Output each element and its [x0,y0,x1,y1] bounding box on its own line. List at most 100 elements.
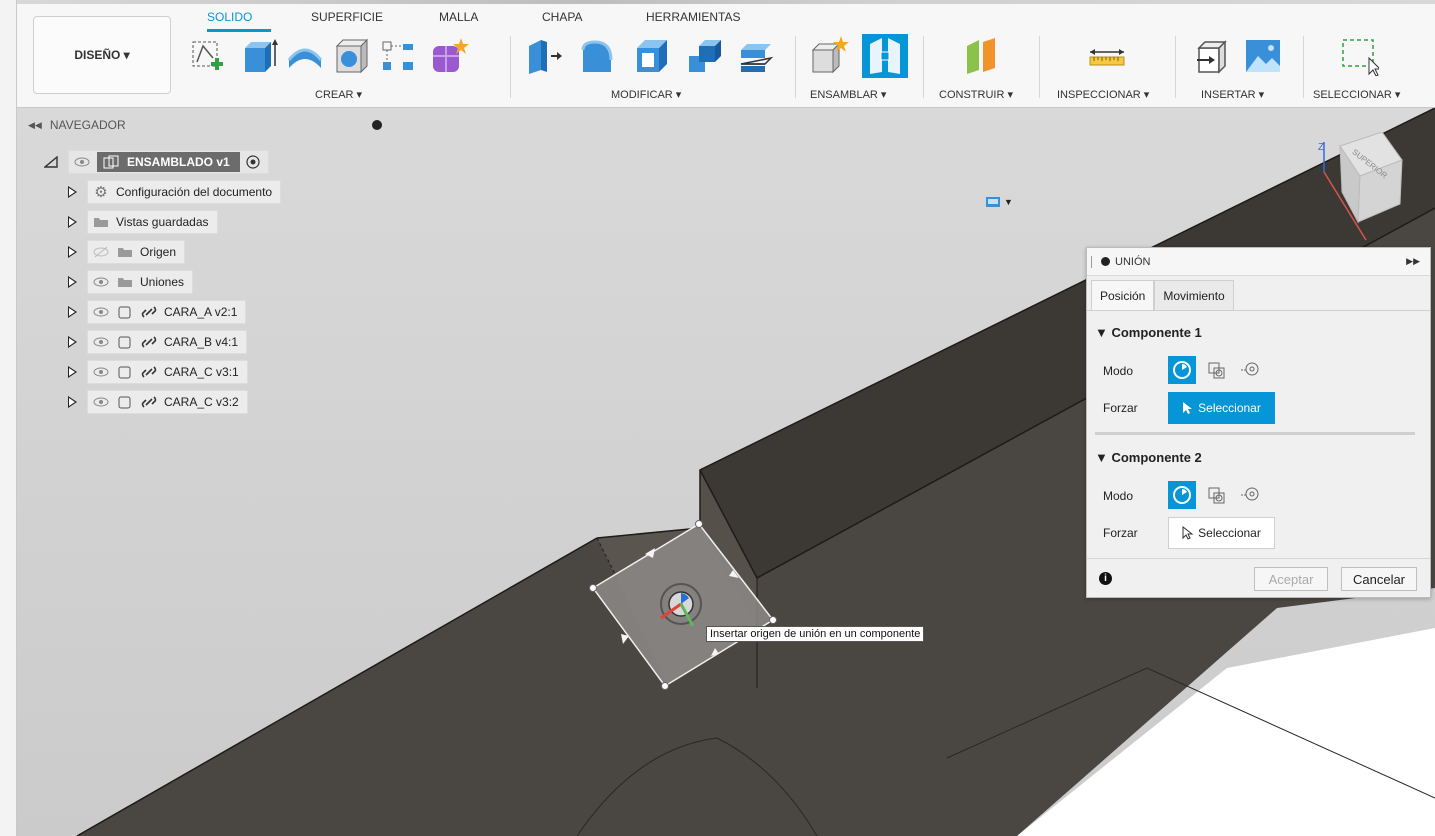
tab-solido[interactable]: SOLIDO [207,10,252,24]
pattern-icon[interactable] [377,36,417,76]
group-crear[interactable]: CREAR ▾ [315,88,362,101]
insert-image-icon[interactable] [1243,36,1283,76]
snap-point[interactable] [695,520,703,528]
navigator-item-cara-b[interactable]: CARA_B v4:1 [68,330,248,354]
measure-icon[interactable] [1087,36,1127,76]
component2-select-button[interactable]: Seleccionar [1168,517,1275,549]
tab-posicion[interactable]: Posición [1091,280,1155,310]
eye-icon[interactable] [92,365,110,379]
navigator-pin-icon[interactable] [372,120,382,130]
extrude-icon[interactable] [239,36,279,76]
item-label: Uniones [140,275,185,289]
group-ensamblar[interactable]: ENSAMBLAR ▾ [810,88,886,101]
expand-arrow-icon[interactable] [68,246,77,258]
navigator-item-cara-c-2[interactable]: CARA_C v3:2 [68,390,248,414]
expand-arrow-icon[interactable] [68,216,77,228]
eye-icon[interactable] [92,305,110,319]
info-icon[interactable]: i [1099,572,1112,585]
expand-arrow-icon[interactable] [68,396,77,408]
expand-arrow-icon[interactable] [68,366,77,378]
navigator-item-config[interactable]: ⚙ Configuración del documento [68,180,282,204]
mode-simple-button[interactable] [1168,356,1196,384]
component-icon [118,306,131,319]
sketch-create-icon[interactable] [189,36,229,76]
workspace-design-dropdown[interactable]: DISEÑO ▾ [33,16,171,94]
root-label: ENSAMBLADO v1 [127,155,230,169]
mode-simple-button[interactable] [1168,481,1196,509]
expand-arrow-icon[interactable] [68,336,77,348]
tab-chapa[interactable]: CHAPA [542,10,582,24]
fillet-icon[interactable] [577,36,617,76]
revolve-icon[interactable] [285,36,325,76]
cursor-arrow-icon [1182,526,1194,540]
dialog-grip[interactable] [1091,256,1092,268]
press-pull-icon[interactable] [523,36,563,76]
snap-point[interactable] [769,616,777,624]
navigator-item-cara-c-1[interactable]: CARA_C v3:1 [68,360,248,384]
navigator-item-origin[interactable]: Origen [68,240,186,264]
cara-b-chip[interactable]: CARA_B v4:1 [87,330,248,354]
group-inspeccionar[interactable]: INSPECCIONAR ▾ [1057,88,1149,101]
collapse-root-icon[interactable] [44,156,58,168]
component1-mode-label: Modo [1103,364,1134,378]
mode-between-button[interactable] [1202,356,1230,384]
new-component-icon[interactable] [809,36,849,76]
group-modificar[interactable]: MODIFICAR ▾ [611,88,681,101]
component1-select-button[interactable]: Seleccionar [1168,392,1275,424]
tab-malla[interactable]: MALLA [439,10,478,24]
eye-hidden-icon[interactable] [92,245,110,259]
eye-icon[interactable] [92,395,110,409]
joint-tool-active[interactable] [862,34,908,78]
mode-hole-button[interactable] [1236,481,1264,509]
snap-point[interactable] [661,682,669,690]
ok-button[interactable]: Aceptar [1254,567,1328,591]
cara-c-2-chip[interactable]: CARA_C v3:2 [87,390,248,414]
component2-title[interactable]: ▼ Componente 2 [1095,450,1202,465]
config-chip[interactable]: ⚙ Configuración del documento [87,180,282,204]
component1-title[interactable]: ▼ Componente 1 [1095,325,1202,340]
hole-icon[interactable] [331,36,371,76]
root-chip[interactable]: ENSAMBLADO v1 [68,150,269,174]
tab-superficie[interactable]: SUPERFICIE [311,10,383,24]
navigator-item-joints[interactable]: Uniones [68,270,194,294]
cancel-button[interactable]: Cancelar [1341,567,1417,591]
dialog-status-icon [1101,257,1110,266]
cara-a-chip[interactable]: CARA_A v2:1 [87,300,247,324]
joint-dialog-header[interactable]: UNIÓN ▶▶ [1087,248,1430,276]
display-settings-dropdown[interactable]: ▼ [962,188,1034,216]
saved-views-chip[interactable]: Vistas guardadas [87,210,218,234]
select-window-icon[interactable] [1339,36,1379,76]
tab-herramientas[interactable]: HERRAMIENTAS [646,10,740,24]
expand-arrow-icon[interactable] [68,306,77,318]
offset-plane-icon[interactable] [961,36,1001,76]
expand-arrow-icon[interactable] [68,276,77,288]
insert-derive-icon[interactable] [1193,36,1233,76]
eye-icon[interactable] [92,335,110,349]
navigator-item-saved-views[interactable]: Vistas guardadas [68,210,218,234]
snap-point[interactable] [589,584,597,592]
eye-icon[interactable] [73,155,91,169]
combine-icon[interactable] [685,36,725,76]
mode-hole-button[interactable] [1236,356,1264,384]
group-insertar[interactable]: INSERTAR ▾ [1201,88,1264,101]
offset-face-icon[interactable] [735,36,775,76]
group-seleccionar[interactable]: SELECCIONAR ▾ [1313,88,1400,101]
collapse-double-arrow-icon[interactable]: ◀◀ [28,120,42,131]
view-cube[interactable]: Z SUPERIOR [1310,132,1410,242]
joints-chip[interactable]: Uniones [87,270,194,294]
create-form-icon[interactable] [429,36,469,76]
tab-movimiento[interactable]: Movimiento [1154,280,1234,310]
root-component-label-box[interactable]: ENSAMBLADO v1 [97,152,240,172]
component-icon [118,396,131,409]
mode-between-button[interactable] [1202,481,1230,509]
origin-chip[interactable]: Origen [87,240,186,264]
expand-dialog-icon[interactable]: ▶▶ [1406,256,1420,267]
cara-c-1-chip[interactable]: CARA_C v3:1 [87,360,248,384]
activate-radio-icon[interactable] [246,155,260,169]
group-construir[interactable]: CONSTRUIR ▾ [939,88,1013,101]
navigator-item-cara-a[interactable]: CARA_A v2:1 [68,300,247,324]
expand-arrow-icon[interactable] [68,186,77,198]
eye-icon[interactable] [92,275,110,289]
shell-icon[interactable] [631,36,671,76]
navigator-root-row[interactable]: ENSAMBLADO v1 [44,150,269,174]
